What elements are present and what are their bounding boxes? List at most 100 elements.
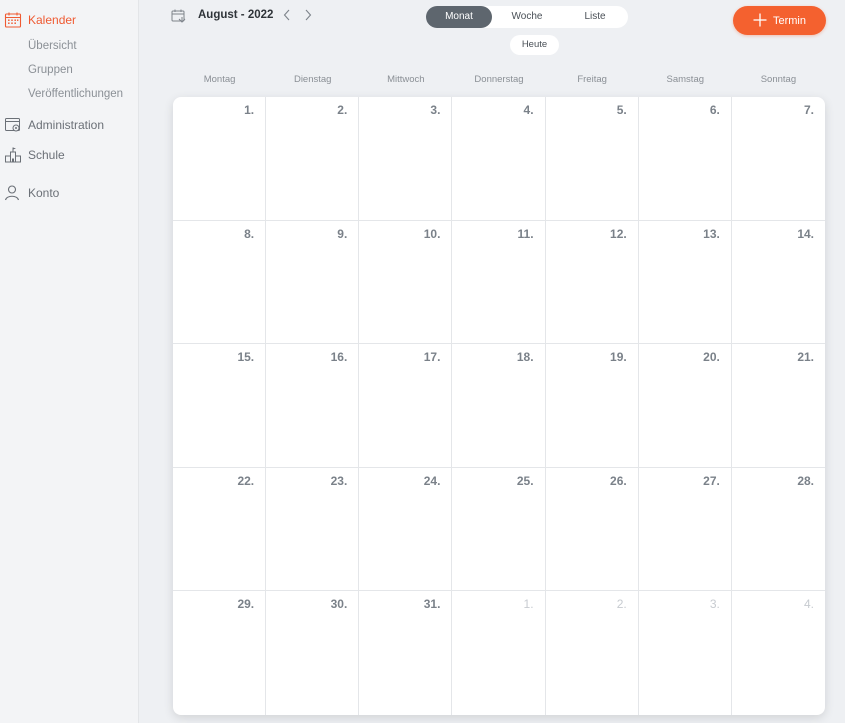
- day-cell[interactable]: 23.: [266, 467, 360, 592]
- chevron-left-icon[interactable]: [282, 7, 292, 26]
- sidebar-item-label: Kalender: [28, 13, 77, 27]
- sidebar-item-administration[interactable]: Administration: [4, 116, 104, 134]
- day-number: 16.: [330, 350, 348, 365]
- day-number: 4.: [523, 103, 534, 117]
- day-cell[interactable]: 20.: [638, 344, 732, 468]
- day-number: 25.: [516, 473, 534, 488]
- weekday-header: Montag Dienstag Mittwoch Donnerstag Frei…: [173, 74, 825, 85]
- day-number: 26.: [610, 473, 627, 488]
- day-cell[interactable]: 12.: [545, 220, 639, 345]
- school-building-icon: [4, 146, 22, 164]
- day-cell[interactable]: 8.: [173, 220, 267, 345]
- sidebar-subitem-veroeffentlichungen[interactable]: Veröffentlichungen: [28, 88, 123, 100]
- day-number: 11.: [517, 226, 534, 241]
- view-tab-woche[interactable]: Woche: [492, 6, 562, 28]
- main-content: August - 2022 Monat Woche Liste Heute Te…: [140, 0, 845, 723]
- calendar-picker-icon[interactable]: [171, 9, 187, 25]
- day-number: 4.: [803, 597, 814, 612]
- sidebar-item-label: Schule: [28, 148, 65, 162]
- day-number: 24.: [423, 473, 441, 488]
- day-number: 5.: [616, 103, 627, 117]
- day-cell[interactable]: 5.: [545, 97, 639, 221]
- day-cell[interactable]: 28.: [731, 468, 825, 592]
- day-number: 10.: [423, 226, 441, 241]
- day-cell[interactable]: 10.: [359, 220, 453, 345]
- day-number: 17.: [423, 350, 441, 365]
- day-cell[interactable]: 3.: [639, 591, 732, 715]
- current-month-label: August - 2022: [198, 9, 274, 21]
- day-cell[interactable]: 19.: [545, 344, 639, 468]
- day-number: 13.: [703, 226, 720, 241]
- weekday-label: Freitag: [577, 74, 607, 85]
- day-number: 3.: [430, 103, 441, 117]
- day-cell[interactable]: 31.: [359, 591, 453, 715]
- weekday-label: Sonntag: [760, 74, 797, 85]
- day-cell[interactable]: 6.: [638, 97, 732, 221]
- day-cell[interactable]: 2.: [546, 591, 639, 715]
- day-cell[interactable]: 24.: [359, 467, 453, 592]
- weekday-label: Samstag: [666, 74, 705, 85]
- sidebar-item-kalender[interactable]: Kalender: [4, 11, 76, 29]
- view-tab-liste[interactable]: Liste: [562, 6, 628, 28]
- day-number: 7.: [803, 103, 814, 117]
- day-cell[interactable]: 27.: [638, 467, 732, 592]
- day-cell[interactable]: 17.: [359, 344, 453, 468]
- day-number: 6.: [709, 103, 720, 117]
- day-number: 3.: [709, 597, 720, 612]
- day-cell[interactable]: 15.: [173, 344, 267, 468]
- view-tab-monat[interactable]: Monat: [426, 6, 492, 28]
- user-icon: [4, 184, 22, 202]
- day-cell[interactable]: 2.: [266, 97, 360, 221]
- month-calendar-grid: 1. 2. 3. 4. 5. 6. 7. 8. 9. 10. 11. 12. 13. 14. 15. 16. 1…: [173, 97, 825, 715]
- day-number: 14.: [797, 226, 814, 241]
- day-cell[interactable]: 1.: [173, 97, 267, 221]
- day-number: 20.: [703, 350, 720, 365]
- sidebar-subitem-gruppen[interactable]: Gruppen: [28, 64, 73, 76]
- chevron-right-icon[interactable]: [303, 7, 313, 26]
- day-cell[interactable]: 25.: [452, 467, 546, 592]
- day-number: 22.: [237, 473, 255, 488]
- day-cell[interactable]: 18.: [452, 344, 546, 468]
- day-number: 30.: [330, 597, 348, 612]
- day-cell[interactable]: 21.: [731, 344, 825, 468]
- calendar-icon: [4, 11, 22, 29]
- sidebar-item-schule[interactable]: Schule: [4, 146, 65, 164]
- day-cell[interactable]: 22.: [173, 467, 267, 592]
- day-number: 23.: [330, 473, 348, 488]
- day-number: 8.: [244, 226, 255, 241]
- day-number: 27.: [703, 473, 720, 488]
- day-cell[interactable]: 29.: [173, 591, 267, 715]
- day-cell[interactable]: 11.: [452, 220, 546, 345]
- weekday-label: Dienstag: [293, 74, 332, 85]
- day-cell[interactable]: 13.: [638, 220, 732, 345]
- day-number: 19.: [610, 350, 627, 365]
- day-cell[interactable]: 16.: [266, 344, 360, 468]
- day-number: 2.: [616, 597, 627, 612]
- day-cell[interactable]: 14.: [731, 221, 825, 345]
- day-number: 15.: [237, 350, 255, 365]
- day-cell[interactable]: 4.: [452, 97, 546, 221]
- sidebar-item-konto[interactable]: Konto: [4, 184, 59, 202]
- add-appointment-button[interactable]: Termin: [733, 6, 826, 35]
- day-cell[interactable]: 3.: [359, 97, 453, 221]
- day-number: 28.: [797, 473, 814, 488]
- day-cell[interactable]: 30.: [266, 591, 360, 715]
- day-number: 1.: [523, 597, 534, 612]
- sidebar-subitem-uebersicht[interactable]: Übersicht: [28, 40, 77, 52]
- plus-icon: [753, 12, 767, 30]
- day-cell[interactable]: 26.: [545, 467, 639, 592]
- day-number: 18.: [516, 350, 534, 365]
- day-cell[interactable]: 7.: [731, 97, 825, 221]
- day-number: 9.: [337, 226, 348, 241]
- day-number: 29.: [237, 597, 255, 612]
- today-button[interactable]: Heute: [510, 35, 559, 55]
- weekday-label: Donnerstag: [474, 74, 524, 85]
- settings-window-icon: [4, 116, 22, 134]
- day-number: 2.: [337, 103, 348, 117]
- view-switcher: Monat Woche Liste: [426, 6, 628, 28]
- day-cell[interactable]: 9.: [266, 220, 360, 345]
- day-cell[interactable]: 4.: [732, 591, 825, 715]
- day-number: 1.: [244, 103, 255, 117]
- sidebar: Kalender Übersicht Gruppen Veröffentlich…: [0, 0, 139, 723]
- day-cell[interactable]: 1.: [452, 591, 546, 715]
